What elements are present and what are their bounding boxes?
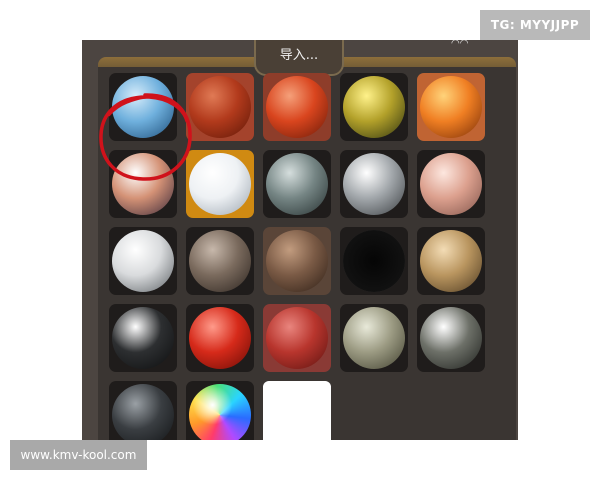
material-swatch-orange[interactable] [417,73,485,141]
material-swatch-brick-red[interactable] [186,73,254,141]
material-swatch-grey-teal[interactable] [263,150,331,218]
material-grid [109,73,499,440]
watermark-tg: TG: MYYJJPP [480,10,590,40]
material-sphere [112,307,174,369]
material-sphere [189,76,251,138]
material-sphere [343,230,405,292]
material-sphere [343,307,405,369]
material-swatch-grey-gloss[interactable] [417,304,485,372]
material-sphere [189,230,251,292]
material-swatch-silver-grey[interactable] [340,150,408,218]
material-sphere [112,230,174,292]
material-sphere [266,153,328,215]
material-sphere [189,307,251,369]
material-sphere [263,381,331,440]
import-button[interactable]: 导入... [254,40,344,76]
material-swatch-white-selected[interactable] [186,150,254,218]
material-swatch-skin-pink[interactable] [417,150,485,218]
material-swatch-rainbow[interactable] [186,381,254,440]
watermark-url: www.kmv-kool.com [10,440,147,470]
matcap-picker-panel: ◠◠ 导入... [82,40,518,440]
material-swatch-white-flat[interactable] [263,381,331,440]
material-swatch-black-rim[interactable] [340,227,408,295]
corner-glyph: ◠◠ [451,40,469,49]
material-swatch-taupe[interactable] [186,227,254,295]
material-sphere [112,384,174,440]
material-sphere [420,153,482,215]
material-sphere [343,76,405,138]
material-swatch-skin-dark[interactable] [109,150,177,218]
material-sphere [420,307,482,369]
material-sphere [266,307,328,369]
material-sphere [112,76,174,138]
material-sphere [420,230,482,292]
material-sphere [189,153,251,215]
material-swatch-sky-blue[interactable] [109,73,177,141]
material-sphere [266,230,328,292]
material-swatch-khaki-grey[interactable] [340,304,408,372]
material-swatch-brown[interactable] [263,227,331,295]
material-swatch-orange-red[interactable] [263,73,331,141]
material-swatch-crimson[interactable] [263,304,331,372]
material-swatch-black-gloss[interactable] [109,304,177,372]
material-swatch-tan[interactable] [417,227,485,295]
material-sphere [343,153,405,215]
material-sphere [266,76,328,138]
material-swatch-yellow-green[interactable] [340,73,408,141]
material-swatch-charcoal[interactable] [109,381,177,440]
material-swatch-red-gloss[interactable] [186,304,254,372]
material-sphere [112,153,174,215]
material-swatch-white[interactable] [109,227,177,295]
material-sphere [189,384,251,440]
material-sphere [420,76,482,138]
